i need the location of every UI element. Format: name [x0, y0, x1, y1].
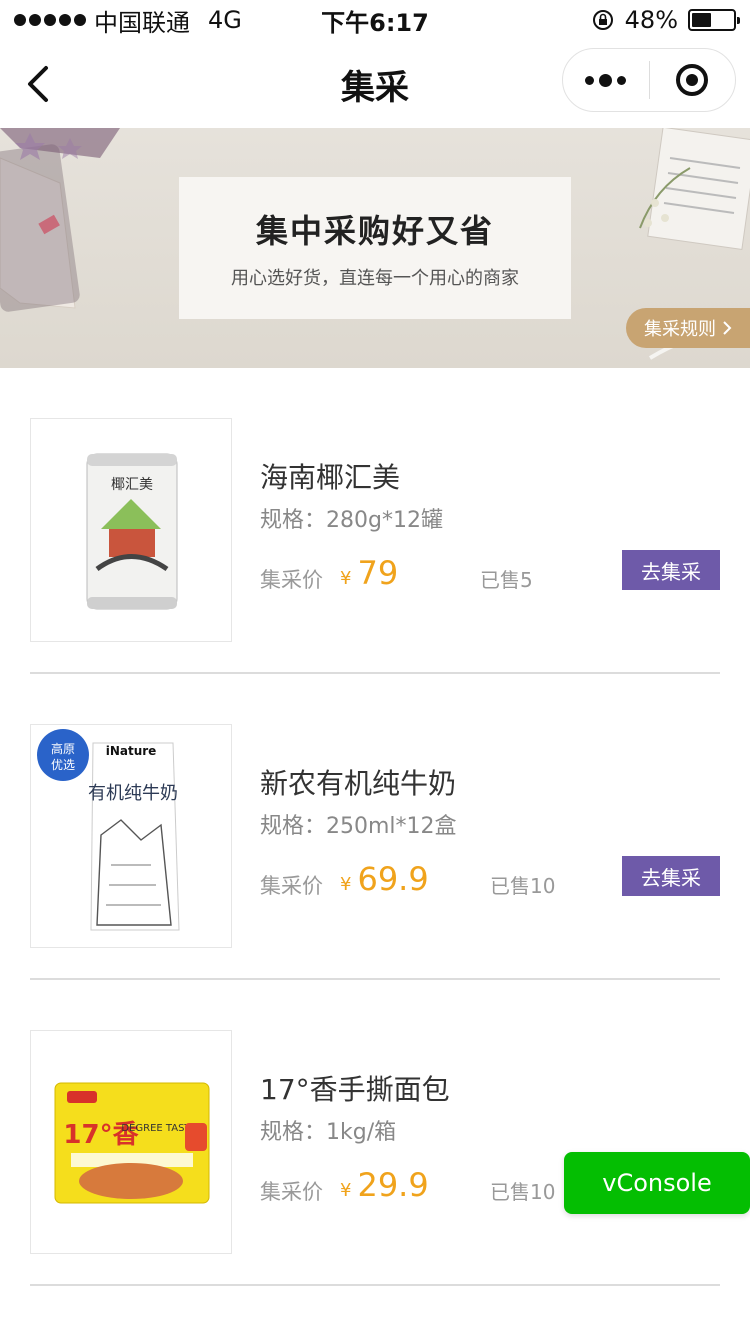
svg-text:椰汇美: 椰汇美: [111, 477, 153, 493]
group-buy-button[interactable]: 去集采: [622, 856, 720, 896]
bread-package-image: 17°香 DEGREE TASTY: [54, 1082, 210, 1204]
product-image-coconut[interactable]: 椰汇美: [30, 418, 232, 642]
mini-program-capsule: [562, 48, 736, 112]
product-item[interactable]: iNature 有机纯牛奶 高原 优选 新农有机纯牛奶 规格：250ml*12盒…: [30, 674, 720, 980]
status-right: 48%: [591, 6, 740, 34]
promo-banner: 集中采购好又省 用心选好货，直连每一个用心的商家 集采规则: [0, 128, 750, 368]
price: ¥ 79: [340, 554, 398, 592]
group-buy-button[interactable]: 去集采: [622, 550, 720, 590]
sold-count: 已售5: [480, 568, 533, 592]
price-label: 集采价: [260, 874, 323, 898]
page-title: 集采: [341, 67, 409, 108]
svg-text:高原: 高原: [51, 741, 75, 756]
product-spec: 规格：250ml*12盒: [260, 814, 457, 839]
product-spec: 规格：280g*12罐: [260, 508, 443, 533]
signal-icon: [14, 14, 86, 26]
price-value: 29.9: [357, 1166, 429, 1204]
vconsole-button[interactable]: vConsole: [564, 1152, 750, 1214]
price: ¥ 29.9: [340, 1166, 429, 1204]
rules-button[interactable]: 集采规则: [626, 308, 750, 348]
price-label: 集采价: [260, 568, 323, 592]
product-name: 海南椰汇美: [260, 461, 401, 494]
carrier-name: 中国联通: [94, 8, 190, 37]
price-value: 69.9: [357, 860, 429, 898]
product-image-milk[interactable]: iNature 有机纯牛奶 高原 优选: [30, 724, 232, 948]
product-name: 17°香手撕面包: [260, 1073, 450, 1106]
product-list: 椰汇美 海南椰汇美 规格：280g*12罐 集采价 ¥ 79 已售5 去集采 i…: [30, 368, 720, 1286]
svg-text:优选: 优选: [51, 758, 75, 772]
product-spec: 规格：1kg/箱: [260, 1120, 397, 1145]
chevron-left-icon: [28, 66, 48, 102]
banner-subtitle: 用心选好货，直连每一个用心的商家: [231, 268, 519, 289]
sold-count: 已售10: [490, 874, 556, 898]
more-icon: [585, 73, 627, 87]
product-image-bread[interactable]: 17°香 DEGREE TASTY: [30, 1030, 232, 1254]
battery-percent: 48%: [624, 6, 678, 34]
battery-icon: [688, 9, 740, 31]
price-label: 集采价: [260, 1180, 323, 1204]
chevron-right-icon: [723, 321, 732, 335]
currency-symbol: ¥: [340, 874, 352, 895]
banner-card: 集中采购好又省 用心选好货，直连每一个用心的商家: [179, 177, 571, 319]
svg-text:iNature: iNature: [106, 744, 157, 758]
price-value: 79: [357, 554, 399, 592]
currency-symbol: ¥: [340, 568, 352, 589]
product-item[interactable]: 椰汇美 海南椰汇美 规格：280g*12罐 集采价 ¥ 79 已售5 去集采: [30, 368, 720, 674]
status-bar: 中国联通 4G 下午6:17 48%: [0, 0, 750, 40]
rotation-lock-icon: [592, 10, 613, 30]
back-button[interactable]: [18, 58, 58, 110]
banner-title: 集中采购好又省: [255, 212, 494, 250]
target-icon: [676, 64, 709, 96]
nav-bar: 集采: [0, 40, 750, 128]
rules-label: 集采规则: [644, 319, 716, 340]
currency-symbol: ¥: [340, 1180, 352, 1201]
product-item[interactable]: 17°香 DEGREE TASTY 17°香手撕面包 规格：1kg/箱 集采价 …: [30, 980, 720, 1286]
price: ¥ 69.9: [340, 860, 429, 898]
more-button[interactable]: [563, 48, 649, 112]
close-mini-program-button[interactable]: [650, 48, 736, 112]
product-name: 新农有机纯牛奶: [260, 767, 457, 800]
milk-box-image: iNature 有机纯牛奶 高原 优选: [37, 729, 180, 931]
battery-fill: [692, 13, 712, 27]
svg-text:有机纯牛奶: 有机纯牛奶: [88, 783, 178, 804]
network-type: 4G: [208, 6, 242, 34]
coconut-can-image: 椰汇美: [86, 453, 178, 610]
sold-count: 已售10: [490, 1180, 556, 1204]
